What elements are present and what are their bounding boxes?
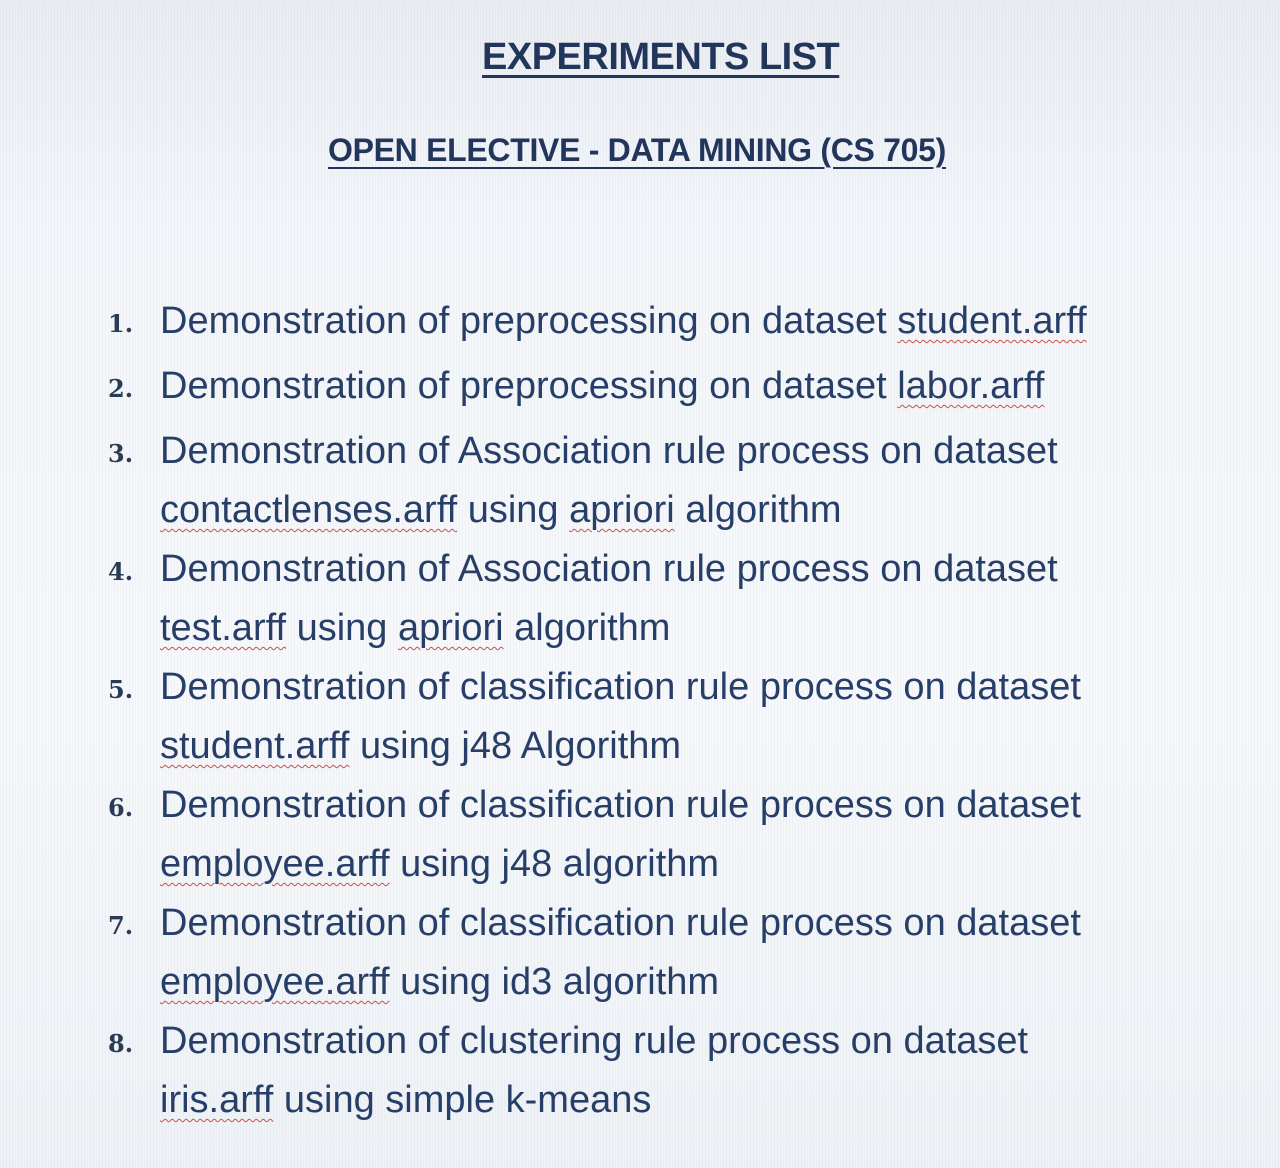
list-item: 5. Demonstration of classification rule … xyxy=(108,658,1228,776)
item-text: using xyxy=(286,607,398,649)
item-number: 2. xyxy=(108,374,134,403)
item-line: Demonstration of clustering rule process… xyxy=(160,1020,1029,1062)
item-line: student.arff using j48 Algorithm xyxy=(160,717,1228,776)
item-line: iris.arff using simple k-means xyxy=(160,1071,1228,1130)
item-line: Demonstration of Association rule proces… xyxy=(160,430,1058,472)
item-line: Demonstration of preprocessing on datase… xyxy=(160,292,1228,351)
item-number: 1. xyxy=(108,309,134,338)
item-text: using simple k-means xyxy=(273,1079,652,1121)
item-number: 7. xyxy=(108,911,134,940)
algorithm-name: apriori xyxy=(569,489,675,531)
dataset-filename: contactlenses.arff xyxy=(160,489,458,531)
item-number: 5. xyxy=(108,675,134,704)
item-text: using xyxy=(457,489,570,531)
experiments-list: 1. Demonstration of preprocessing on dat… xyxy=(108,292,1228,1130)
item-line: contactlenses.arff using apriori algorit… xyxy=(160,481,1228,540)
item-line: Demonstration of classification rule pro… xyxy=(160,666,1081,708)
item-line: test.arff using apriori algorithm xyxy=(160,599,1228,658)
item-text: algorithm xyxy=(503,607,671,649)
item-text: using id3 algorithm xyxy=(389,961,720,1003)
item-line: employee.arff using id3 algorithm xyxy=(160,953,1228,1012)
dataset-filename: labor.arff xyxy=(897,365,1045,407)
list-item: 1. Demonstration of preprocessing on dat… xyxy=(108,292,1228,351)
item-text: Demonstration of preprocessing on datase… xyxy=(160,365,898,407)
dataset-filename: employee.arff xyxy=(160,843,390,885)
page-subtitle: OPEN ELECTIVE - DATA MINING (CS 705) xyxy=(328,132,946,168)
list-item: 6. Demonstration of classification rule … xyxy=(108,776,1228,894)
list-item: 7. Demonstration of classification rule … xyxy=(108,894,1228,1012)
item-line: Demonstration of preprocessing on datase… xyxy=(160,357,1228,416)
list-item: 3. Demonstration of Association rule pro… xyxy=(108,422,1228,540)
item-number: 8. xyxy=(108,1029,134,1058)
item-number: 6. xyxy=(108,793,134,822)
dataset-filename: iris.arff xyxy=(160,1079,274,1121)
dataset-filename: student.arff xyxy=(160,725,350,767)
item-line: Demonstration of classification rule pro… xyxy=(160,902,1081,944)
page-title: EXPERIMENTS LIST xyxy=(482,36,840,78)
list-item: 4. Demonstration of Association rule pro… xyxy=(108,540,1228,658)
item-line: employee.arff using j48 algorithm xyxy=(160,835,1228,894)
item-text: using j48 Algorithm xyxy=(349,725,682,767)
item-text: using j48 algorithm xyxy=(389,843,720,885)
dataset-filename: student.arff xyxy=(897,300,1087,342)
item-number: 4. xyxy=(108,557,134,586)
list-item: 2. Demonstration of preprocessing on dat… xyxy=(108,357,1228,416)
list-item: 8. Demonstration of clustering rule proc… xyxy=(108,1012,1228,1130)
dataset-filename: test.arff xyxy=(160,607,287,649)
dataset-filename: employee.arff xyxy=(160,961,390,1003)
document-page: EXPERIMENTS LIST OPEN ELECTIVE - DATA MI… xyxy=(0,0,1280,1168)
algorithm-name: apriori xyxy=(398,607,504,649)
item-line: Demonstration of classification rule pro… xyxy=(160,784,1081,826)
item-text: Demonstration of preprocessing on datase… xyxy=(160,300,898,342)
item-number: 3. xyxy=(108,439,134,468)
item-text: algorithm xyxy=(674,489,842,531)
item-line: Demonstration of Association rule proces… xyxy=(160,548,1058,590)
